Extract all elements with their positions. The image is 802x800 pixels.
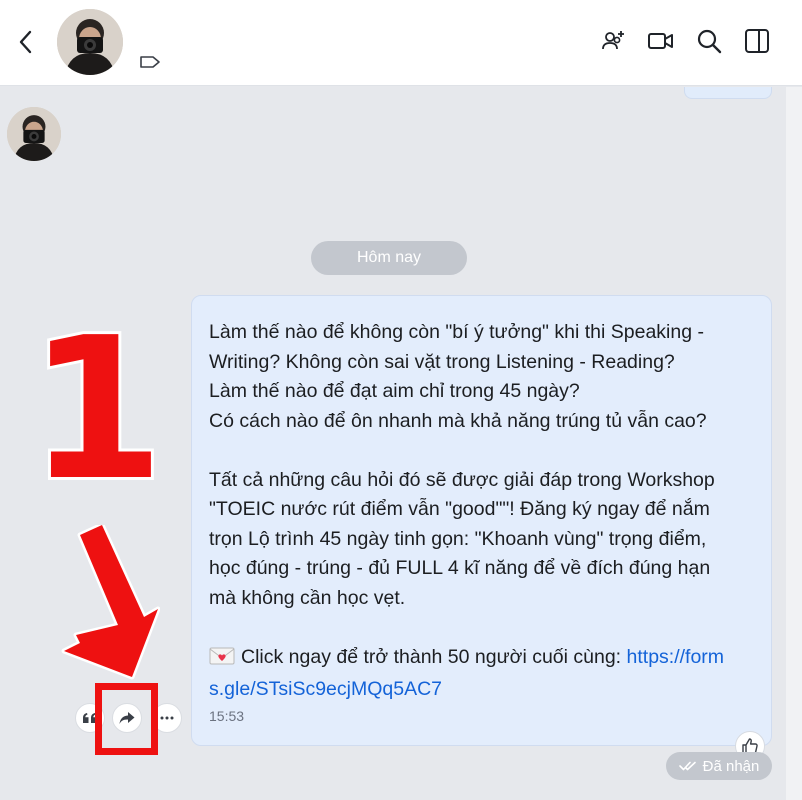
message-line: Tất cả những câu hỏi đó sẽ được giải đáp… (209, 468, 715, 491)
message-line: Có cách nào để ôn nhanh mà khả năng trún… (209, 409, 707, 432)
back-icon (19, 30, 32, 54)
contact-avatar[interactable] (57, 9, 123, 75)
search-icon (697, 29, 722, 54)
chat-header (0, 0, 802, 86)
message-line: mà không cần học vẹt. (209, 586, 406, 609)
message-line: "TOEIC nước rút điểm vẫn "good""! Đăng k… (209, 498, 710, 520)
add-member-button[interactable] (598, 26, 628, 56)
chat-scrollbar[interactable] (786, 87, 802, 800)
message-text: Làm thế nào để không còn "bí ý tưởng" kh… (209, 318, 755, 705)
double-check-icon (678, 761, 696, 771)
previous-message-bubble (684, 87, 772, 99)
delivery-status-text: Đã nhận (702, 757, 760, 775)
workshop-link[interactable]: https://form (627, 646, 725, 668)
red-arrow-annotation (61, 525, 160, 680)
tag-button[interactable] (138, 52, 162, 72)
more-icon (160, 716, 174, 720)
cta-text: Click ngay để trở thành 50 người cuối cù… (241, 645, 627, 668)
message-line: Làm thế nào để không còn "bí ý tưởng" kh… (209, 321, 704, 343)
video-call-button[interactable] (646, 26, 676, 56)
message-bubble[interactable]: Làm thế nào để không còn "bí ý tưởng" kh… (191, 295, 772, 746)
message-time: 15:53 (209, 708, 245, 724)
sidebar-toggle-icon (745, 29, 769, 53)
message-line: Writing? Không còn sai vặt trong Listeni… (209, 350, 675, 373)
workshop-link-continued[interactable]: s.gle/STsiSc9ecjMQq5AC7 (209, 675, 755, 705)
love-letter-icon (209, 646, 235, 676)
message-line: Làm thế nào để đạt aim chỉ trong 45 ngày… (209, 380, 580, 402)
back-button[interactable] (12, 26, 38, 58)
date-separator: Hôm nay (311, 241, 467, 275)
video-call-icon (648, 33, 673, 49)
tag-icon (140, 56, 160, 68)
delivery-status-badge: Đã nhận (666, 752, 772, 780)
message-line: học đúng - trúng - đủ FULL 4 kĩ năng để … (209, 557, 711, 579)
highlight-box-annotation (95, 683, 158, 755)
sidebar-toggle-button[interactable] (742, 26, 772, 56)
add-member-icon (602, 31, 624, 50)
sender-avatar[interactable] (7, 107, 61, 161)
step-number-annotation: 1 (25, 296, 167, 524)
message-cta-line: Click ngay để trở thành 50 người cuối cù… (209, 643, 755, 676)
message-line: trọn Lộ trình 45 ngày tinh gọn: "Khoanh … (209, 527, 707, 550)
search-button[interactable] (694, 26, 724, 56)
